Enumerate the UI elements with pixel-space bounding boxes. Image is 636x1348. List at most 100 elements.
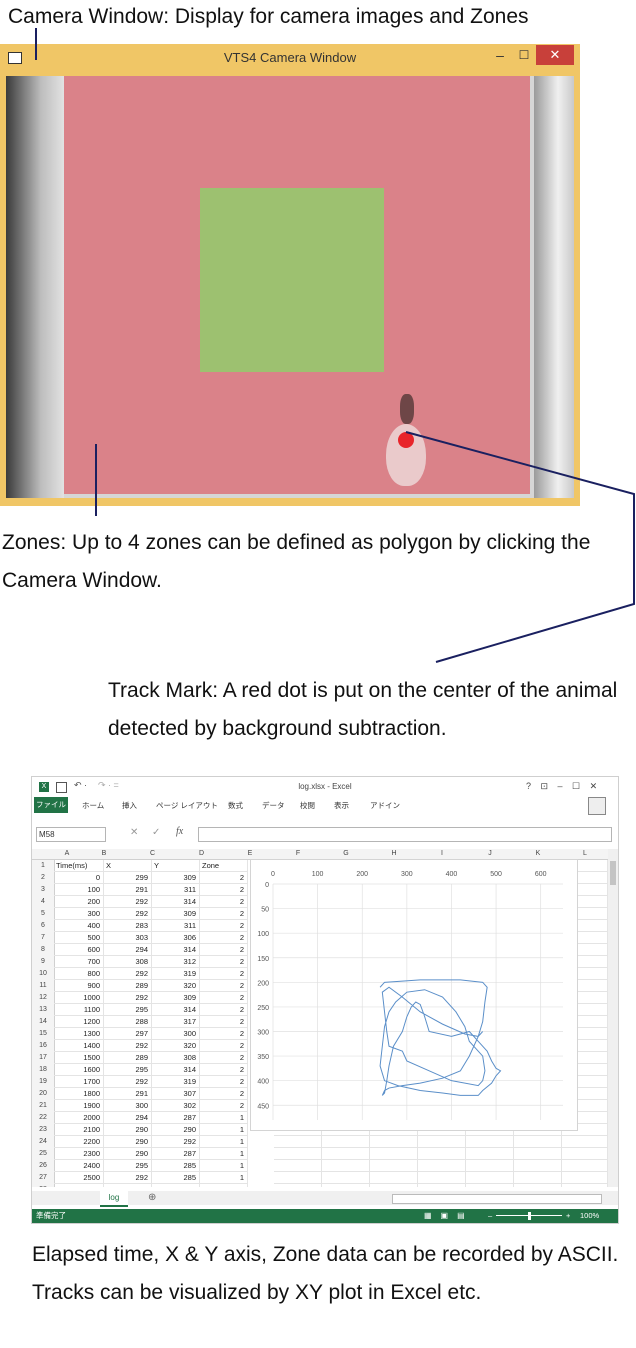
data-cell[interactable]: 300	[104, 1100, 152, 1112]
empty-cell[interactable]	[322, 1172, 370, 1184]
data-cell[interactable]: 314	[152, 944, 200, 956]
data-cell[interactable]: 2100	[54, 1124, 104, 1136]
empty-cell[interactable]	[514, 1160, 562, 1172]
column-header[interactable]: C	[128, 849, 177, 859]
empty-cell[interactable]	[370, 1160, 418, 1172]
data-cell[interactable]: 312	[152, 956, 200, 968]
row-number[interactable]: 19	[32, 1076, 55, 1088]
camera-window[interactable]: VTS4 Camera Window – ☐ ✕	[0, 44, 580, 506]
data-cell[interactable]: 292	[104, 1172, 152, 1184]
row-number[interactable]: 16	[32, 1040, 55, 1052]
sheet-tab-log[interactable]: log	[100, 1191, 128, 1207]
data-cell[interactable]: 1600	[54, 1064, 104, 1076]
data-cell[interactable]: 1800	[54, 1088, 104, 1100]
tab-review[interactable]: 校閲	[300, 800, 315, 811]
data-cell[interactable]: 309	[152, 908, 200, 920]
row-number[interactable]: 17	[32, 1052, 55, 1064]
data-cell[interactable]: 292	[104, 992, 152, 1004]
data-cell[interactable]: 2	[200, 920, 248, 932]
enter-icon[interactable]: ✓	[152, 827, 160, 838]
empty-cell[interactable]	[418, 1160, 466, 1172]
empty-cell[interactable]	[514, 1172, 562, 1184]
close-button[interactable]: ✕	[536, 45, 574, 65]
tab-formulas[interactable]: 数式	[228, 800, 243, 811]
data-cell[interactable]: 295	[104, 1004, 152, 1016]
data-cell[interactable]: 0	[54, 872, 104, 884]
row-number[interactable]: 13	[32, 1004, 55, 1016]
data-cell[interactable]: 2	[200, 872, 248, 884]
user-avatar-icon[interactable]	[588, 797, 606, 815]
horizontal-scrollbar[interactable]	[392, 1194, 602, 1204]
empty-cell[interactable]	[370, 1172, 418, 1184]
tab-view[interactable]: 表示	[334, 800, 349, 811]
empty-cell[interactable]	[274, 1184, 322, 1187]
empty-cell[interactable]	[466, 1160, 514, 1172]
empty-cell[interactable]	[514, 1136, 562, 1148]
data-cell[interactable]: 292	[104, 1076, 152, 1088]
data-cell[interactable]: 2400	[54, 1160, 104, 1172]
data-cell[interactable]: 1700	[54, 1076, 104, 1088]
data-cell[interactable]: 287	[152, 1112, 200, 1124]
data-cell[interactable]: 1	[200, 1160, 248, 1172]
column-title-cell[interactable]: Time(ms)	[54, 860, 104, 872]
empty-cell[interactable]	[370, 1148, 418, 1160]
data-cell[interactable]: 2	[200, 1052, 248, 1064]
data-cell[interactable]: 2500	[54, 1172, 104, 1184]
data-cell[interactable]: 1200	[54, 1016, 104, 1028]
data-cell[interactable]: 500	[54, 932, 104, 944]
data-cell[interactable]: 2	[200, 944, 248, 956]
data-cell[interactable]: 287	[152, 1148, 200, 1160]
empty-cell[interactable]	[466, 1184, 514, 1187]
column-header[interactable]: D	[177, 849, 226, 859]
data-cell[interactable]: 309	[152, 872, 200, 884]
tab-addins[interactable]: アドイン	[370, 800, 400, 811]
zone-2-green[interactable]	[200, 188, 384, 372]
data-cell[interactable]: 1500	[54, 1052, 104, 1064]
data-cell[interactable]: 700	[54, 956, 104, 968]
data-cell[interactable]: 311	[152, 920, 200, 932]
data-cell[interactable]: 292	[152, 1136, 200, 1148]
row-number[interactable]: 23	[32, 1124, 55, 1136]
column-title-cell[interactable]: X	[104, 860, 152, 872]
view-mode-icons[interactable]: ▦▣▤	[424, 1209, 474, 1223]
row-number[interactable]: 21	[32, 1100, 55, 1112]
data-cell[interactable]: 307	[152, 1088, 200, 1100]
data-cell[interactable]: 289	[104, 980, 152, 992]
data-cell[interactable]: 308	[152, 1052, 200, 1064]
data-cell[interactable]: 292	[104, 1040, 152, 1052]
data-cell[interactable]: 2	[200, 896, 248, 908]
excel-titlebar[interactable]: X ↶ · ↷ · = log.xlsx - Excel ? ⊡ – ☐ ✕	[32, 777, 618, 795]
empty-cell[interactable]	[322, 1184, 370, 1187]
data-cell[interactable]: 319	[152, 968, 200, 980]
data-cell[interactable]: 2	[200, 968, 248, 980]
data-cell[interactable]: 287	[152, 1184, 200, 1187]
row-number[interactable]: 11	[32, 980, 55, 992]
data-cell[interactable]: 285	[152, 1160, 200, 1172]
minimize-button[interactable]: –	[488, 46, 512, 66]
data-cell[interactable]: 100	[54, 884, 104, 896]
row-number[interactable]: 9	[32, 956, 55, 968]
row-number[interactable]: 10	[32, 968, 55, 980]
data-cell[interactable]: 800	[54, 968, 104, 980]
data-cell[interactable]: 309	[152, 992, 200, 1004]
data-cell[interactable]: 290	[104, 1136, 152, 1148]
zoom-in-button[interactable]: +	[566, 1209, 570, 1223]
row-number[interactable]: 18	[32, 1064, 55, 1076]
data-cell[interactable]: 292	[104, 968, 152, 980]
camera-window-titlebar[interactable]: VTS4 Camera Window – ☐ ✕	[0, 44, 580, 72]
name-box[interactable]: M58	[36, 827, 106, 842]
scroll-thumb[interactable]	[610, 861, 616, 885]
data-cell[interactable]: 2	[200, 980, 248, 992]
data-cell[interactable]: 1	[200, 1184, 248, 1187]
data-cell[interactable]: 900	[54, 980, 104, 992]
row-number[interactable]: 22	[32, 1112, 55, 1124]
column-header[interactable]: J	[466, 849, 514, 859]
data-cell[interactable]: 2	[200, 1016, 248, 1028]
column-header[interactable]: H	[370, 849, 418, 859]
empty-cell[interactable]	[418, 1136, 466, 1148]
data-cell[interactable]: 290	[104, 1148, 152, 1160]
empty-cell[interactable]	[562, 1136, 608, 1148]
data-cell[interactable]: 300	[152, 1028, 200, 1040]
row-number[interactable]: 20	[32, 1088, 55, 1100]
column-header[interactable]: B	[80, 849, 128, 859]
